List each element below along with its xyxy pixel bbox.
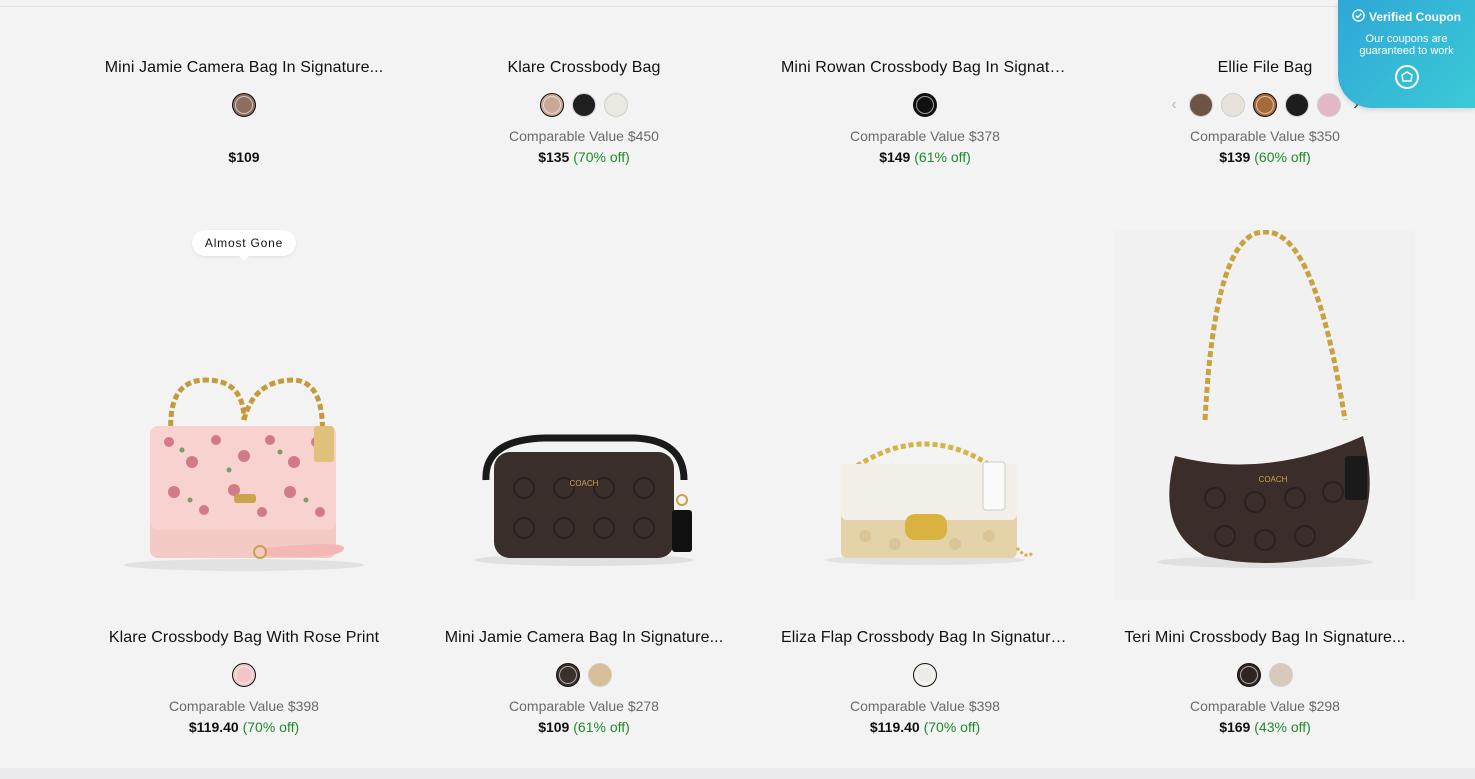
color-swatch[interactable] bbox=[1237, 663, 1261, 687]
extension-logo-icon[interactable] bbox=[1394, 65, 1419, 89]
color-swatch[interactable] bbox=[232, 663, 256, 687]
comparable-value: Comparable Value $278 bbox=[509, 698, 659, 714]
sale-price: $139 bbox=[1219, 149, 1251, 165]
sale-price: $149 bbox=[879, 149, 911, 165]
sale-price: $119.40 bbox=[188, 719, 239, 735]
product-card[interactable]: Mini Rowan Crossbody Bag In Signature...… bbox=[775, 58, 1075, 166]
product-card[interactable]: Eliza Flap Crossbody Bag In Signature...… bbox=[775, 628, 1075, 736]
product-card[interactable]: Klare Crossbody Bag Comparable Value $45… bbox=[434, 58, 734, 166]
color-swatch[interactable] bbox=[1269, 663, 1293, 687]
sale-price: $169 bbox=[1219, 719, 1251, 735]
color-swatch[interactable] bbox=[1317, 93, 1341, 117]
color-swatch[interactable] bbox=[540, 93, 564, 117]
comparable-value bbox=[94, 127, 394, 145]
color-swatch[interactable] bbox=[1189, 93, 1213, 117]
discount-label: (60% off) bbox=[1254, 149, 1311, 165]
color-swatches bbox=[1115, 662, 1415, 688]
coupon-header: Verified Coupon bbox=[1338, 9, 1475, 25]
discount-label: (70% off) bbox=[573, 149, 630, 165]
color-swatches bbox=[775, 92, 1075, 118]
comparable-value: Comparable Value $398 bbox=[850, 698, 1000, 714]
color-swatches bbox=[434, 662, 734, 688]
color-swatches bbox=[434, 92, 734, 118]
comparable-value: Comparable Value $378 bbox=[850, 128, 1000, 144]
coupon-subtitle: Our coupons are guaranteed to work bbox=[1359, 33, 1454, 57]
comparable-value: Comparable Value $398 bbox=[169, 698, 319, 714]
discount-label: (70% off) bbox=[242, 719, 300, 735]
product-title[interactable]: Mini Jamie Camera Bag In Signature... bbox=[94, 58, 394, 78]
sale-price: $109 bbox=[538, 719, 570, 735]
cream-flap-bag-illustration bbox=[825, 441, 1035, 565]
product-card[interactable]: Teri Mini Crossbody Bag In Signature... … bbox=[1115, 628, 1415, 736]
product-price: $139 (60% off) bbox=[1115, 148, 1415, 166]
discount-label: (61% off) bbox=[914, 149, 971, 165]
product-title[interactable]: Mini Jamie Camera Bag In Signature... bbox=[434, 628, 734, 648]
top-divider bbox=[0, 6, 1475, 7]
color-swatch[interactable] bbox=[572, 93, 596, 117]
product-title[interactable]: Klare Crossbody Bag With Rose Print bbox=[94, 628, 394, 648]
product-price: $109 (61% off) bbox=[434, 718, 734, 736]
color-swatch[interactable] bbox=[913, 663, 937, 687]
product-price: $109 bbox=[94, 148, 394, 166]
product-price: $135 (70% off) bbox=[434, 148, 734, 166]
coach-logo-text: COACH bbox=[570, 479, 599, 488]
product-title[interactable]: Klare Crossbody Bag bbox=[434, 58, 734, 78]
product-title[interactable]: Eliza Flap Crossbody Bag In Signature... bbox=[775, 628, 1075, 648]
coach-logo-text: COACH bbox=[1259, 475, 1288, 484]
product-price: $119.40 (70% off) bbox=[94, 718, 394, 736]
product-image-teri-mini[interactable]: COACH bbox=[1115, 230, 1415, 600]
color-swatch[interactable] bbox=[913, 93, 937, 117]
bottom-band bbox=[0, 768, 1475, 779]
comparable-value: Comparable Value $450 bbox=[509, 128, 659, 144]
color-swatch[interactable] bbox=[232, 93, 256, 117]
pink-floral-bag-illustration bbox=[124, 377, 364, 571]
sale-price: $135 bbox=[538, 149, 570, 165]
discount-label: (70% off) bbox=[923, 719, 981, 735]
comparable-value: Comparable Value $350 bbox=[1190, 128, 1340, 144]
color-swatch[interactable] bbox=[1253, 93, 1277, 117]
color-swatches bbox=[94, 662, 394, 688]
product-price: $149 (61% off) bbox=[775, 148, 1075, 166]
verified-coupon-widget[interactable]: Verified Coupon Our coupons are guarante… bbox=[1338, 0, 1475, 108]
comparable-value: Comparable Value $298 bbox=[1190, 698, 1340, 714]
black-camera-bag-illustration: COACH bbox=[474, 434, 694, 566]
prev-swatch-arrow-icon[interactable]: ‹ bbox=[1167, 93, 1181, 117]
color-swatch[interactable] bbox=[1221, 93, 1245, 117]
product-title[interactable]: Teri Mini Crossbody Bag In Signature... bbox=[1115, 628, 1415, 648]
color-swatch[interactable] bbox=[556, 663, 580, 687]
almost-gone-badge: Almost Gone bbox=[192, 230, 296, 261]
check-circle-icon bbox=[1352, 9, 1365, 25]
product-image-mini-jamie[interactable]: COACH bbox=[434, 230, 734, 600]
color-swatch[interactable] bbox=[1285, 93, 1309, 117]
product-card[interactable]: Klare Crossbody Bag With Rose Print Comp… bbox=[94, 628, 394, 736]
product-image-eliza-flap[interactable] bbox=[775, 230, 1075, 600]
color-swatches bbox=[775, 662, 1075, 688]
product-card[interactable]: Mini Jamie Camera Bag In Signature... $1… bbox=[94, 58, 394, 166]
color-swatch[interactable] bbox=[588, 663, 612, 687]
product-title[interactable]: Mini Rowan Crossbody Bag In Signature... bbox=[775, 58, 1075, 78]
coupon-title: Verified Coupon bbox=[1368, 10, 1461, 24]
discount-label: (43% off) bbox=[1254, 719, 1311, 735]
discount-label: (61% off) bbox=[573, 719, 630, 735]
sale-price: $109 bbox=[228, 149, 260, 165]
product-card[interactable]: Mini Jamie Camera Bag In Signature... Co… bbox=[434, 628, 734, 736]
color-swatches bbox=[94, 92, 394, 118]
color-swatch[interactable] bbox=[604, 93, 628, 117]
product-price: $119.40 (70% off) bbox=[775, 718, 1075, 736]
product-price: $169 (43% off) bbox=[1115, 718, 1415, 736]
black-shoulder-bag-illustration: COACH bbox=[1157, 230, 1373, 568]
product-image-rose-klare[interactable] bbox=[94, 230, 394, 600]
sale-price: $119.40 bbox=[869, 719, 920, 735]
